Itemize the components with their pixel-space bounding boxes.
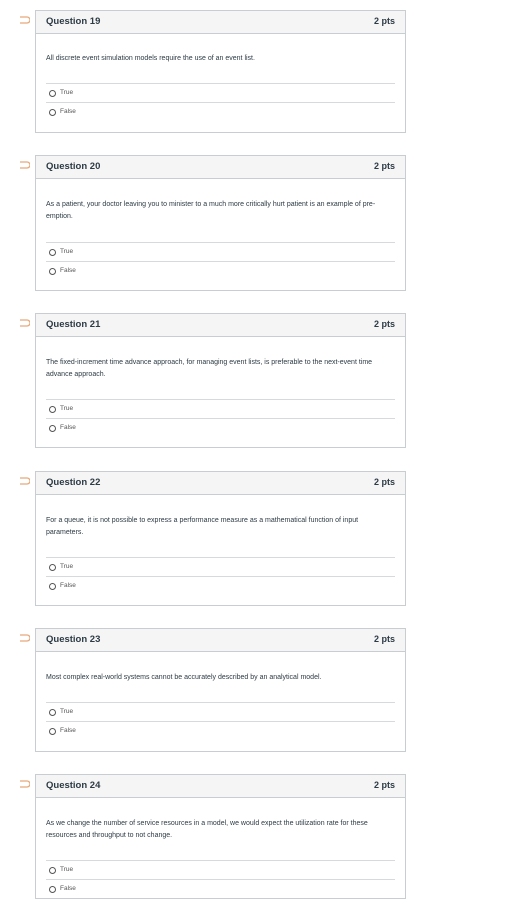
question-text: All discrete event simulation models req… bbox=[46, 55, 255, 62]
question-header: Question 20 2 pts bbox=[36, 156, 405, 179]
radio-button[interactable] bbox=[49, 728, 56, 735]
answer-true[interactable]: True bbox=[46, 557, 395, 577]
answer-label: False bbox=[60, 885, 76, 892]
radio-button[interactable] bbox=[49, 109, 56, 116]
question-text: As we change the number of service resou… bbox=[46, 820, 368, 839]
radio-button[interactable] bbox=[49, 90, 56, 97]
question-header: Question 19 2 pts bbox=[36, 11, 405, 34]
question-points: 2 pts bbox=[373, 319, 395, 329]
answer-false[interactable]: False bbox=[46, 102, 395, 122]
question-text: As a patient, your doctor leaving you to… bbox=[46, 201, 376, 220]
question-points: 2 pts bbox=[373, 16, 395, 26]
answer-label: False bbox=[60, 424, 76, 431]
question-text: The fixed-increment time advance approac… bbox=[46, 359, 373, 378]
question-points: 2 pts bbox=[373, 161, 395, 171]
question-points: 2 pts bbox=[373, 477, 395, 487]
question-title: Question 22 bbox=[46, 477, 101, 488]
flag-question-icon[interactable] bbox=[19, 477, 30, 485]
answer-label: False bbox=[60, 582, 76, 589]
answer-label: False bbox=[60, 727, 76, 734]
answer-true[interactable]: True bbox=[46, 83, 395, 103]
answer-false[interactable]: False bbox=[46, 576, 395, 596]
answer-label: True bbox=[60, 708, 74, 715]
radio-button[interactable] bbox=[49, 886, 56, 893]
answer-label: True bbox=[60, 248, 74, 255]
question-points: 2 pts bbox=[373, 780, 395, 790]
radio-button[interactable] bbox=[49, 564, 56, 571]
radio-button[interactable] bbox=[49, 583, 56, 590]
answer-true[interactable]: True bbox=[46, 860, 395, 880]
flag-question-icon[interactable] bbox=[19, 161, 30, 169]
question-header: Question 24 2 pts bbox=[36, 775, 405, 798]
question-card: Question 22 2 pts For a queue, it is not… bbox=[35, 471, 406, 606]
radio-button[interactable] bbox=[49, 406, 56, 413]
answer-false[interactable]: False bbox=[46, 721, 395, 741]
answer-false[interactable]: False bbox=[46, 418, 395, 438]
answer-true[interactable]: True bbox=[46, 242, 395, 262]
answer-false[interactable]: False bbox=[46, 879, 395, 899]
answer-label: False bbox=[60, 108, 76, 115]
answer-false[interactable]: False bbox=[46, 261, 395, 281]
question-card: Question 19 2 pts All discrete event sim… bbox=[35, 10, 406, 133]
flag-question-icon[interactable] bbox=[19, 16, 30, 24]
answer-label: True bbox=[60, 89, 74, 96]
question-card: Question 21 2 pts The fixed-increment ti… bbox=[35, 313, 406, 448]
answer-label: True bbox=[60, 563, 74, 570]
question-title: Question 20 bbox=[46, 161, 101, 172]
question-card: Question 20 2 pts As a patient, your doc… bbox=[35, 155, 406, 291]
question-header: Question 23 2 pts bbox=[36, 629, 405, 652]
question-card: Question 23 2 pts Most complex real-worl… bbox=[35, 628, 406, 752]
answer-label: True bbox=[60, 405, 74, 412]
question-title: Question 19 bbox=[46, 16, 101, 27]
flag-question-icon[interactable] bbox=[19, 319, 30, 327]
question-title: Question 23 bbox=[46, 634, 101, 645]
answer-true[interactable]: True bbox=[46, 399, 395, 419]
flag-question-icon[interactable] bbox=[19, 634, 30, 642]
question-card: Question 24 2 pts As we change the numbe… bbox=[35, 774, 406, 899]
radio-button[interactable] bbox=[49, 268, 56, 275]
question-header: Question 22 2 pts bbox=[36, 472, 405, 495]
question-text: Most complex real-world systems cannot b… bbox=[46, 674, 322, 681]
question-title: Question 24 bbox=[46, 780, 101, 791]
radio-button[interactable] bbox=[49, 867, 56, 874]
question-points: 2 pts bbox=[373, 634, 395, 644]
question-header: Question 21 2 pts bbox=[36, 314, 405, 337]
radio-button[interactable] bbox=[49, 425, 56, 432]
radio-button[interactable] bbox=[49, 709, 56, 716]
answer-true[interactable]: True bbox=[46, 702, 395, 722]
question-text: For a queue, it is not possible to expre… bbox=[46, 517, 359, 536]
radio-button[interactable] bbox=[49, 249, 56, 256]
answer-label: True bbox=[60, 866, 74, 873]
answer-label: False bbox=[60, 267, 76, 274]
flag-question-icon[interactable] bbox=[19, 780, 30, 788]
question-title: Question 21 bbox=[46, 319, 101, 330]
